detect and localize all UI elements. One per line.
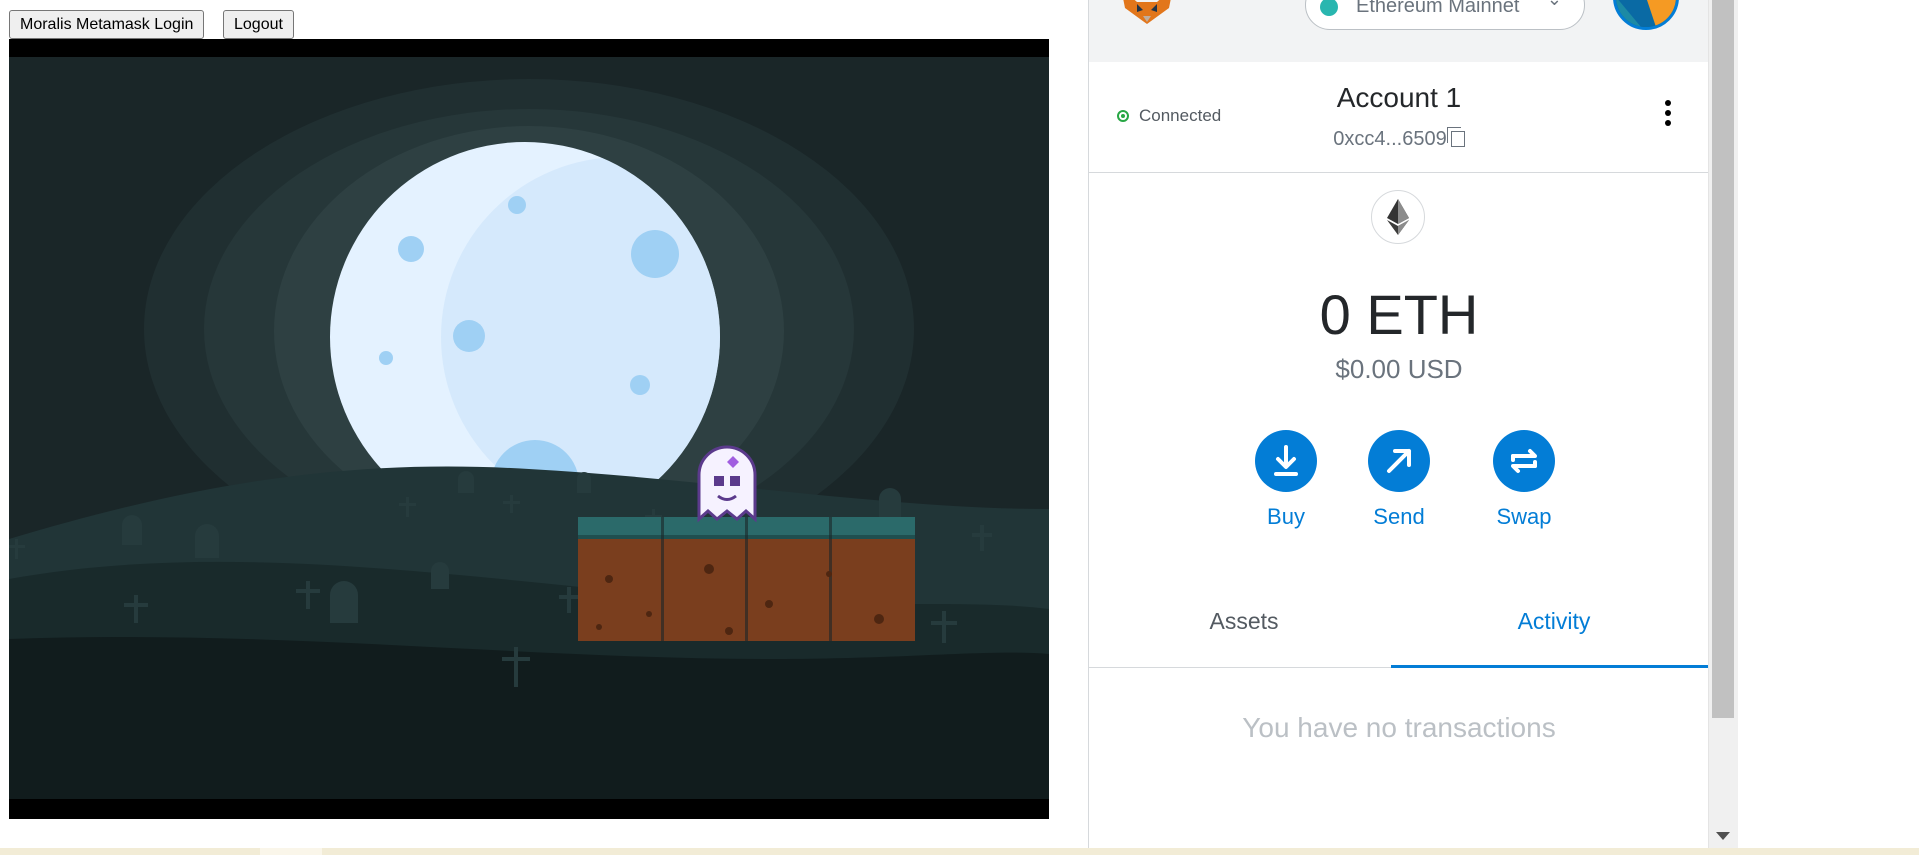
game-canvas[interactable] — [9, 39, 1049, 819]
dirt-platform — [578, 517, 915, 641]
chevron-down-icon: ⌄ — [1547, 0, 1562, 10]
network-name: Ethereum Mainnet — [1356, 0, 1520, 17]
ground-front — [9, 636, 1049, 799]
tab-activity[interactable]: Activity — [1399, 608, 1709, 635]
moralis-login-button[interactable]: Moralis Metamask Login — [9, 10, 205, 39]
account-name: Account 1 — [1336, 82, 1462, 113]
network-status-dot — [1320, 0, 1338, 16]
usd-balance: $0.00 USD — [1335, 354, 1463, 384]
taskbar-segment — [260, 848, 322, 855]
send-label: Send — [1373, 504, 1425, 529]
active-tab-indicator — [1391, 665, 1709, 668]
buy-label: Buy — [1267, 504, 1305, 529]
scroll-down-arrow-icon[interactable] — [1716, 832, 1730, 840]
popup-scrollbar[interactable] — [1708, 0, 1738, 848]
arrow-up-right-icon — [1368, 430, 1430, 492]
scrollbar-thumb[interactable] — [1712, 0, 1734, 718]
ethereum-icon — [1371, 190, 1425, 244]
game-scene — [9, 57, 1049, 799]
account-options-menu-icon[interactable] — [1663, 100, 1673, 134]
buy-button[interactable]: Buy — [1241, 430, 1331, 530]
tab-assets[interactable]: Assets — [1089, 608, 1399, 635]
send-button[interactable]: Send — [1354, 430, 1444, 530]
download-icon — [1255, 430, 1317, 492]
swap-arrows-icon — [1493, 430, 1555, 492]
account-avatar[interactable] — [1613, 0, 1679, 30]
taskbar-strip — [0, 848, 1919, 855]
metamask-fox-icon[interactable] — [1119, 0, 1175, 24]
network-selector[interactable]: Ethereum Mainnet ⌄ — [1305, 0, 1585, 30]
swap-label: Swap — [1496, 504, 1552, 529]
copy-icon[interactable] — [1446, 127, 1465, 147]
empty-transactions-message: You have no transactions — [1242, 712, 1556, 743]
ghost-player — [697, 445, 757, 523]
account-address-text: 0xcc4...6509 — [1333, 128, 1447, 150]
logout-button[interactable]: Logout — [223, 10, 294, 39]
account-address[interactable]: 0xcc4...6509 — [1089, 127, 1709, 151]
account-bar: Connected Account 1 0xcc4...6509 — [1089, 62, 1709, 173]
metamask-header: Ethereum Mainnet ⌄ — [1089, 0, 1709, 62]
eth-balance: 0 ETH — [1319, 283, 1479, 346]
swap-button[interactable]: Swap — [1479, 430, 1569, 530]
metamask-popup: Ethereum Mainnet ⌄ Connected Account 1 0… — [1088, 0, 1709, 848]
